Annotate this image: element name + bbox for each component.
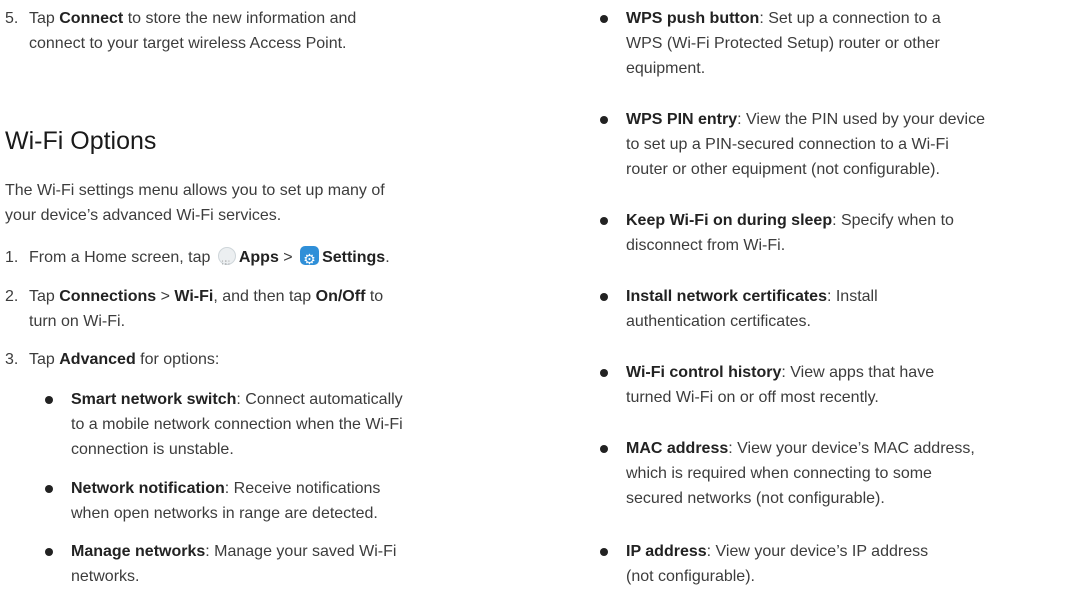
bullet-desc-1: : Connect automatically — [236, 391, 403, 408]
separator: > — [278, 249, 298, 266]
bullet-text: Keep Wi-Fi on during sleep: Specify when… — [626, 208, 954, 258]
step-text-post: to store the new information and — [123, 10, 357, 27]
step-number: 5. — [5, 10, 19, 27]
step-text-pre: Tap — [29, 288, 60, 305]
bullet-desc-3: secured networks (not configurable). — [626, 490, 885, 507]
bullet-desc-1: : Set up a connection to a — [759, 10, 941, 27]
bullet-dot-icon — [600, 293, 608, 301]
step-text: From a Home screen, tap Apps > Settings. — [29, 245, 390, 276]
bullet-desc-3: router or other equipment (not configura… — [626, 161, 940, 178]
step-number: 2. — [5, 288, 19, 305]
bullet-term: MAC address — [626, 440, 729, 457]
bullet-desc-2: turned Wi-Fi on or off most recently. — [626, 389, 879, 406]
apps-icon — [217, 247, 236, 276]
bullet-desc-1: : Manage your saved Wi-Fi — [205, 543, 397, 560]
step-text-line2: connect to your target wireless Access P… — [29, 35, 347, 52]
bullet-term: Manage networks — [71, 543, 206, 560]
separator: > — [156, 288, 175, 305]
step-text-pre: Tap — [29, 351, 60, 368]
bullet-desc-1: : Specify when to — [832, 212, 954, 229]
bullet-text: Network notification: Receive notificati… — [71, 476, 380, 526]
connections-label: Connections — [59, 288, 157, 305]
bullet-dot-icon — [45, 485, 53, 493]
bullet-dot-icon — [600, 445, 608, 453]
step-number: 1. — [5, 249, 19, 266]
bullet-desc-2: to set up a PIN-secured connection to a … — [626, 136, 949, 153]
section-title: Wi-Fi Options — [5, 127, 157, 155]
step-text-pre: From a Home screen, tap — [29, 249, 215, 266]
bullet-dot-icon — [600, 116, 608, 124]
bullet-desc-1: : View the PIN used by your device — [737, 111, 985, 128]
bullet-text: Install network certificates: Install au… — [626, 284, 878, 334]
step-text-post: to — [365, 288, 384, 305]
on-off-label: On/Off — [315, 288, 366, 305]
step-text-line2: turn on Wi-Fi. — [29, 313, 126, 330]
bullet-desc-1: : Install — [826, 288, 878, 305]
bullet-desc-1: : View your device’s IP address — [706, 543, 929, 560]
wifi-label: Wi-Fi — [174, 288, 214, 305]
step-text: Tap Advanced for options: — [29, 347, 219, 372]
bullet-term: Network notification — [71, 480, 225, 497]
bullet-desc-1: : View your device’s MAC address, — [728, 440, 975, 457]
bullet-term: WPS PIN entry — [626, 111, 738, 128]
bullet-desc-2: networks. — [71, 568, 140, 585]
intro-line-2: your device’s advanced Wi-Fi services. — [5, 207, 282, 224]
bullet-desc-2: authentication certificates. — [626, 313, 811, 330]
step-number: 3. — [5, 351, 19, 368]
bullet-dot-icon — [600, 15, 608, 23]
step-text-pre: Tap — [29, 10, 60, 27]
bullet-text: WPS PIN entry: View the PIN used by your… — [626, 107, 985, 182]
bullet-desc-1: : Receive notifications — [224, 480, 381, 497]
bullet-term: IP address — [626, 543, 707, 560]
bullet-text: WPS push button: Set up a connection to … — [626, 6, 941, 81]
bullet-term: Install network certificates — [626, 288, 827, 305]
settings-icon — [300, 246, 320, 272]
bullet-term: Keep Wi-Fi on during sleep — [626, 212, 833, 229]
step-text-mid: , and then tap — [213, 288, 316, 305]
bullet-desc-3: connection is unstable. — [71, 441, 234, 458]
bullet-text: MAC address: View your device’s MAC addr… — [626, 436, 975, 511]
bullet-dot-icon — [600, 369, 608, 377]
bullet-text: Smart network switch: Connect automatica… — [71, 387, 403, 462]
connect-label: Connect — [59, 10, 124, 27]
step-text: Tap Connect to store the new information… — [29, 6, 356, 56]
apps-label: Apps — [238, 249, 279, 266]
intro-paragraph: The Wi-Fi settings menu allows you to se… — [5, 178, 385, 228]
bullet-term: Smart network switch — [71, 391, 237, 408]
bullet-text: Manage networks: Manage your saved Wi-Fi… — [71, 539, 396, 589]
bullet-dot-icon — [600, 548, 608, 556]
bullet-desc-2: to a mobile network connection when the … — [71, 416, 403, 433]
bullet-desc-2: (not configurable). — [626, 568, 755, 585]
bullet-text: IP address: View your device’s IP addres… — [626, 539, 928, 589]
step-text-post: for options: — [135, 351, 220, 368]
bullet-desc-2: disconnect from Wi-Fi. — [626, 237, 786, 254]
bullet-dot-icon — [45, 396, 53, 404]
bullet-desc-2: which is required when connecting to som… — [626, 465, 932, 482]
bullet-text: Wi-Fi control history: View apps that ha… — [626, 360, 934, 410]
bullet-dot-icon — [45, 548, 53, 556]
advanced-label: Advanced — [59, 351, 136, 368]
bullet-desc-2: when open networks in range are detected… — [71, 505, 378, 522]
step-text: Tap Connections > Wi-Fi, and then tap On… — [29, 284, 383, 334]
bullet-dot-icon — [600, 217, 608, 225]
bullet-term: Wi-Fi control history — [626, 364, 782, 381]
step-text-post: . — [385, 249, 390, 266]
bullet-term: WPS push button — [626, 10, 760, 27]
bullet-desc-2: WPS (Wi-Fi Protected Setup) router or ot… — [626, 35, 940, 52]
settings-label: Settings — [322, 249, 386, 266]
intro-line-1: The Wi-Fi settings menu allows you to se… — [5, 182, 385, 199]
bullet-desc-3: equipment. — [626, 60, 706, 77]
bullet-desc-1: : View apps that have — [781, 364, 935, 381]
